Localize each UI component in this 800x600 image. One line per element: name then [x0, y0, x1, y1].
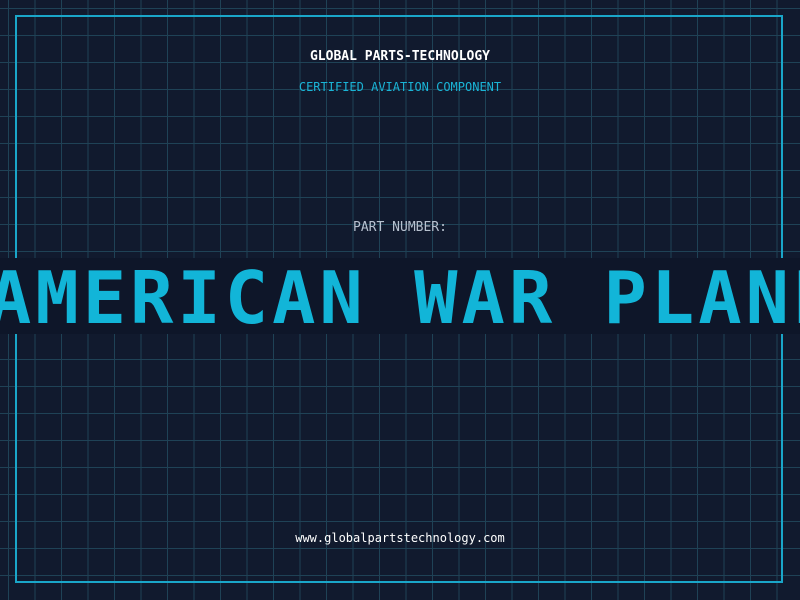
certification-subtitle: CERTIFIED AVIATION COMPONENT: [298, 80, 502, 94]
website-link[interactable]: www.globalpartstechnology.com: [0, 531, 800, 545]
part-number-band: AMERICAN WAR PLANES: [0, 258, 800, 334]
company-name: GLOBAL PARTS-TECHNOLOGY: [309, 49, 490, 64]
part-number-label: PART NUMBER:: [353, 220, 447, 235]
part-number-value: AMERICAN WAR PLANES: [0, 258, 800, 334]
